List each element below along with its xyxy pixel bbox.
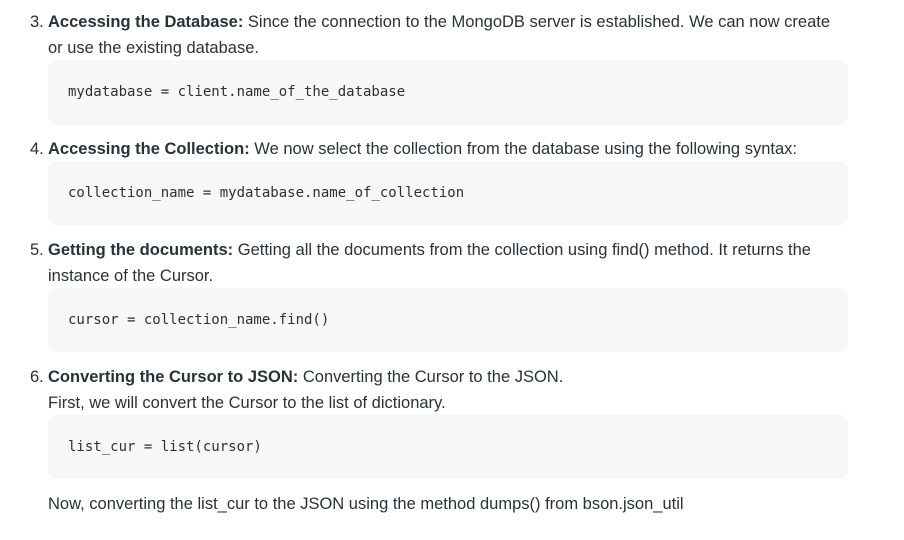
code-line[interactable]: list_cur = list(cursor) [68, 439, 262, 455]
code-block[interactable]: collection_name = mydatabase.name_of_col… [48, 161, 848, 225]
step-text: Since the connection to the MongoDB serv… [243, 13, 831, 31]
step-number: 3. [30, 13, 44, 31]
step-text: We now select the collection from the da… [249, 140, 797, 158]
step-followup-text: Now, converting the list_cur to the JSON… [48, 495, 684, 513]
step-description: Getting the documents: Getting all the d… [48, 237, 848, 263]
article-content: 3. Accessing the Database: Since the con… [0, 0, 904, 540]
step-text: Converting the Cursor to the JSON. [298, 368, 564, 386]
step-heading: Converting the Cursor to JSON: [48, 368, 299, 386]
step-text: instance of the Cursor. [48, 267, 214, 285]
code-line[interactable]: collection_name = mydatabase.name_of_col… [68, 185, 464, 201]
step-description-continued: instance of the Cursor. [48, 263, 848, 289]
step-description-continued: or use the existing database. [48, 35, 848, 61]
step-number: 4. [30, 140, 44, 158]
step-text: First, we will convert the Cursor to the… [48, 394, 446, 412]
code-block[interactable]: list_cur = list(cursor) [48, 415, 848, 479]
step-text: Getting all the documents from the colle… [233, 241, 811, 259]
code-block[interactable]: mydatabase = client.name_of_the_database [48, 60, 848, 125]
step-description: Accessing the Collection: We now select … [48, 136, 848, 162]
code-block[interactable]: cursor = collection_name.find() [48, 288, 848, 352]
step-description: Converting the Cursor to JSON: Convertin… [48, 364, 848, 390]
step-text: or use the existing database. [48, 39, 259, 57]
step-description-continued: First, we will convert the Cursor to the… [48, 390, 848, 416]
step-heading: Accessing the Collection: [48, 140, 250, 158]
step-heading: Getting the documents: [48, 241, 234, 259]
step-heading: Accessing the Database: [48, 13, 244, 31]
code-line[interactable]: cursor = collection_name.find() [68, 312, 329, 328]
step-number: 6. [30, 368, 44, 386]
code-line[interactable]: mydatabase = client.name_of_the_database [68, 84, 405, 100]
step-description: Accessing the Database: Since the connec… [48, 9, 848, 35]
step-number: 5. [30, 241, 44, 259]
